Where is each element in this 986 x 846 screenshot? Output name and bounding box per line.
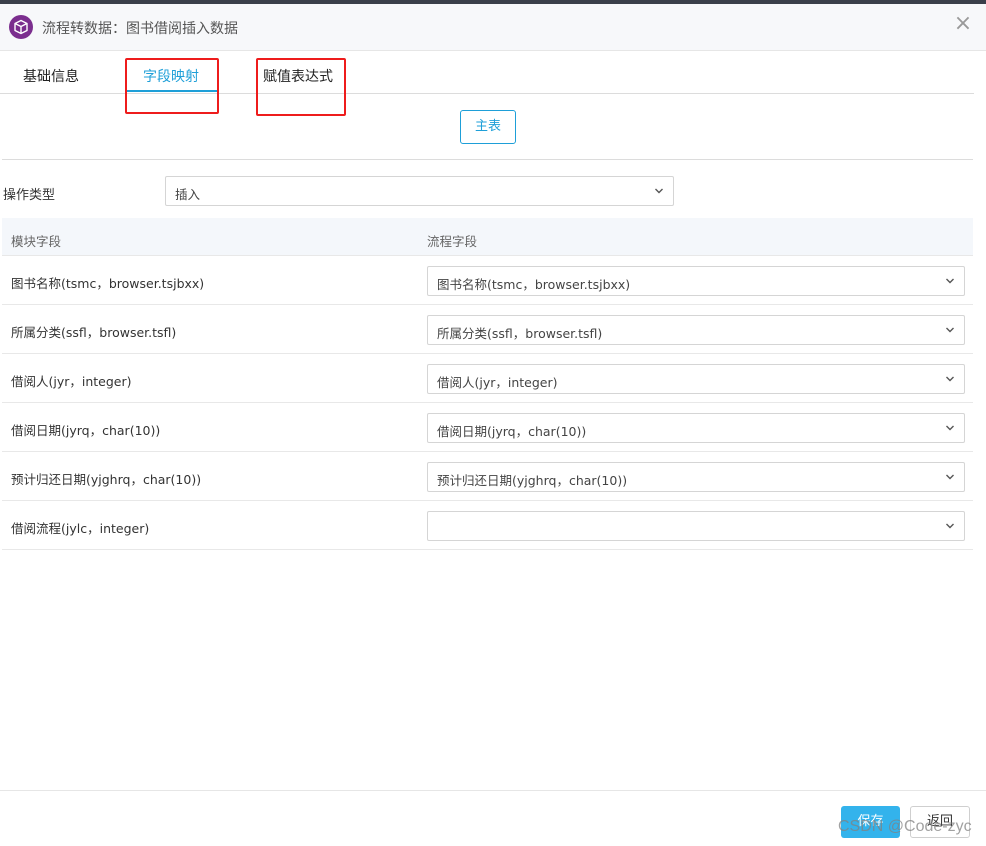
mapping-table-header: 模块字段 流程字段	[2, 218, 973, 256]
operation-type-select[interactable]: 插入	[165, 176, 674, 206]
flow-field-value: 借阅日期(jyrq，char(10))	[437, 424, 587, 439]
table-row: 借阅流程(jylc，integer)	[2, 501, 973, 550]
section-divider	[2, 159, 973, 160]
operation-type-value: 插入	[175, 187, 201, 202]
chevron-down-icon	[946, 278, 954, 284]
header-flow-field: 流程字段	[427, 234, 478, 249]
flow-field-value: 所属分类(ssfl，browser.tsfl)	[437, 326, 603, 341]
module-field-label: 借阅人(jyr，integer)	[11, 374, 132, 389]
main-table-button[interactable]: 主表	[460, 110, 516, 144]
flow-field-select[interactable]: 预计归还日期(yjghrq，char(10))	[427, 462, 965, 492]
tab-basic-info[interactable]: 基础信息	[23, 66, 79, 86]
module-field-label: 借阅日期(jyrq，char(10))	[11, 423, 161, 438]
module-field-label: 预计归还日期(yjghrq，char(10))	[11, 472, 202, 487]
module-field-label: 图书名称(tsmc，browser.tsjbxx)	[11, 276, 205, 291]
flow-field-value: 预计归还日期(yjghrq，char(10))	[437, 473, 628, 488]
table-row: 借阅日期(jyrq，char(10)) 借阅日期(jyrq，char(10))	[2, 403, 973, 452]
module-field-label: 借阅流程(jylc，integer)	[11, 521, 150, 536]
table-row: 预计归还日期(yjghrq，char(10)) 预计归还日期(yjghrq，ch…	[2, 452, 973, 501]
chevron-down-icon	[946, 327, 954, 333]
table-row: 所属分类(ssfl，browser.tsfl) 所属分类(ssfl，browse…	[2, 305, 973, 354]
dialog-titlebar: 流程转数据：图书借阅插入数据 ×	[0, 4, 986, 51]
chevron-down-icon	[946, 425, 954, 431]
box-icon	[9, 15, 33, 39]
chevron-down-icon	[655, 188, 663, 194]
flow-field-select[interactable]	[427, 511, 965, 541]
chevron-down-icon	[946, 376, 954, 382]
close-icon[interactable]: ×	[952, 13, 974, 35]
operation-type-label: 操作类型	[3, 188, 56, 203]
flow-field-value: 借阅人(jyr，integer)	[437, 375, 558, 390]
annotation-box-field-mapping	[125, 58, 219, 114]
table-row: 图书名称(tsmc，browser.tsjbxx) 图书名称(tsmc，brow…	[2, 256, 973, 305]
flow-field-select[interactable]: 所属分类(ssfl，browser.tsfl)	[427, 315, 965, 345]
dialog-title: 流程转数据：图书借阅插入数据	[42, 21, 238, 37]
flow-field-select[interactable]: 借阅日期(jyrq，char(10))	[427, 413, 965, 443]
header-module-field: 模块字段	[11, 234, 62, 249]
table-row: 借阅人(jyr，integer) 借阅人(jyr，integer)	[2, 354, 973, 403]
watermark-text: CSDN @Code-zyc	[838, 818, 972, 835]
flow-field-select[interactable]: 图书名称(tsmc，browser.tsjbxx)	[427, 266, 965, 296]
flow-field-value: 图书名称(tsmc，browser.tsjbxx)	[437, 277, 631, 292]
flow-field-select[interactable]: 借阅人(jyr，integer)	[427, 364, 965, 394]
footer-divider	[0, 790, 986, 791]
chevron-down-icon	[946, 474, 954, 480]
annotation-box-assignment-expression	[256, 58, 346, 116]
chevron-down-icon	[946, 523, 954, 529]
module-field-label: 所属分类(ssfl，browser.tsfl)	[11, 325, 177, 340]
